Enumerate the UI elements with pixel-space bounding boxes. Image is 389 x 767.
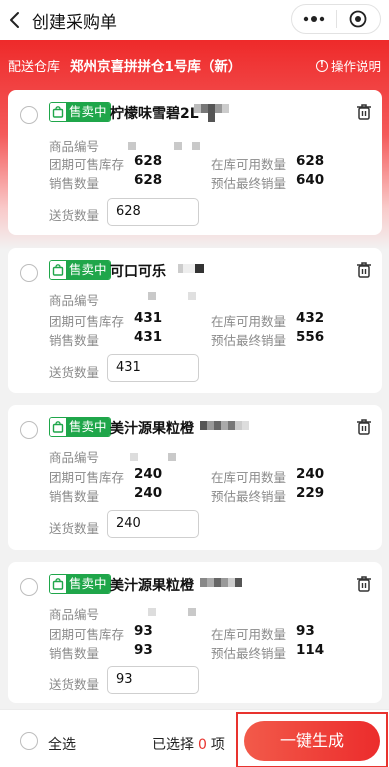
available-stock-value: 93 <box>296 623 315 639</box>
delivery-qty-label: 送货数量 <box>49 208 100 223</box>
group-stock-label: 团期可售库存 <box>49 157 125 172</box>
product-card: 售卖中 美汁源果粒橙 商品编号 团期可售库存 93 在库可用数量 93 销售数量… <box>8 562 382 703</box>
group-stock-label: 团期可售库存 <box>49 627 125 642</box>
nav-bar: 创建采购单 <box>0 0 389 40</box>
blurred-sku <box>148 292 196 300</box>
blurred-sku <box>128 142 200 150</box>
warehouse-name[interactable]: 郑州京喜拼拼仓1号库（新） <box>70 55 241 75</box>
status-badge: 售卖中 <box>49 260 111 280</box>
select-radio[interactable] <box>20 106 38 124</box>
sales-qty-label: 销售数量 <box>49 333 100 348</box>
trash-icon[interactable] <box>356 418 372 436</box>
help-link[interactable]: ! 操作说明 <box>315 56 381 75</box>
page-title: 创建采购单 <box>32 12 117 33</box>
sales-qty-value: 93 <box>134 642 153 658</box>
delivery-qty-input[interactable]: 240 <box>107 510 199 538</box>
product-name: 柠檬味雪碧2L <box>110 106 199 122</box>
blurred-sku <box>130 453 176 461</box>
available-stock-label: 在库可用数量 <box>211 314 287 329</box>
trash-icon[interactable] <box>356 575 372 593</box>
sales-qty-value: 628 <box>134 172 163 188</box>
available-stock-label: 在库可用数量 <box>211 157 287 172</box>
sales-qty-value: 431 <box>134 329 163 345</box>
shopping-bag-icon <box>50 261 66 279</box>
help-label: 操作说明 <box>330 59 381 74</box>
generate-button[interactable]: 一键生成 <box>244 721 380 761</box>
available-stock-value: 432 <box>296 310 325 326</box>
status-badge: 售卖中 <box>49 574 111 594</box>
product-card: 售卖中 可口可乐 商品编号 团期可售库存 431 在库可用数量 432 销售数量… <box>8 248 382 393</box>
delivery-qty-input[interactable]: 93 <box>107 666 199 694</box>
select-all-label[interactable]: 全选 <box>48 734 76 754</box>
shopping-bag-icon <box>50 575 66 593</box>
sku-label: 商品编号 <box>49 139 100 154</box>
sku-label: 商品编号 <box>49 607 100 622</box>
group-stock-value: 628 <box>134 153 163 169</box>
delivery-qty-label: 送货数量 <box>49 677 100 692</box>
select-all-radio[interactable] <box>20 732 38 750</box>
group-stock-value: 93 <box>134 623 153 639</box>
group-stock-label: 团期可售库存 <box>49 314 125 329</box>
info-icon: ! <box>315 59 328 72</box>
delivery-qty-input[interactable]: 431 <box>107 354 199 382</box>
sales-qty-label: 销售数量 <box>49 489 100 504</box>
select-radio[interactable] <box>20 264 38 282</box>
group-stock-value: 431 <box>134 310 163 326</box>
est-final-sales-value: 229 <box>296 485 325 501</box>
est-final-sales-label: 预估最终销量 <box>211 333 287 348</box>
available-stock-label: 在库可用数量 <box>211 470 287 485</box>
est-final-sales-value: 556 <box>296 329 325 345</box>
status-badge: 售卖中 <box>49 417 111 437</box>
available-stock-label: 在库可用数量 <box>211 627 287 642</box>
sku-label: 商品编号 <box>49 293 100 308</box>
available-stock-value: 628 <box>296 153 325 169</box>
sales-qty-value: 240 <box>134 485 163 501</box>
select-radio[interactable] <box>20 421 38 439</box>
status-badge: 售卖中 <box>49 102 111 122</box>
delivery-qty-input[interactable]: 628 <box>107 198 199 226</box>
trash-icon[interactable] <box>356 103 372 121</box>
est-final-sales-label: 预估最终销量 <box>211 646 287 661</box>
product-card: 售卖中 美汁源果粒橙 商品编号 团期可售库存 240 在库可用数量 240 销售… <box>8 405 382 550</box>
shopping-bag-icon <box>50 103 66 121</box>
blurred-text <box>178 264 204 273</box>
blurred-text <box>200 421 249 430</box>
product-name: 美汁源果粒橙 <box>110 421 194 437</box>
shopping-bag-icon <box>50 418 66 436</box>
back-arrow-icon[interactable] <box>0 0 30 40</box>
est-final-sales-value: 640 <box>296 172 325 188</box>
blurred-text <box>194 104 229 122</box>
close-target-icon[interactable] <box>337 5 381 33</box>
trash-icon[interactable] <box>356 261 372 279</box>
warehouse-label: 配送仓库 <box>8 59 61 75</box>
product-card: 售卖中 柠檬味雪碧2L 商品编号 团期可售库存 628 在库可用数量 628 销… <box>8 90 382 235</box>
selected-count: 0 <box>198 737 207 753</box>
est-final-sales-label: 预估最终销量 <box>211 176 287 191</box>
sales-qty-label: 销售数量 <box>49 646 100 661</box>
blurred-sku <box>148 608 196 616</box>
available-stock-value: 240 <box>296 466 325 482</box>
est-final-sales-value: 114 <box>296 642 325 658</box>
product-name: 可口可乐 <box>110 264 166 280</box>
bottom-action-bar: 全选 已选择 0 项 一键生成 <box>0 709 389 767</box>
est-final-sales-label: 预估最终销量 <box>211 489 287 504</box>
select-radio[interactable] <box>20 578 38 596</box>
selected-summary: 已选择 0 项 <box>152 737 225 753</box>
sales-qty-label: 销售数量 <box>49 176 100 191</box>
mini-program-capsule <box>291 4 381 34</box>
delivery-qty-label: 送货数量 <box>49 365 100 380</box>
delivery-qty-label: 送货数量 <box>49 521 100 536</box>
blurred-text <box>200 578 242 587</box>
group-stock-value: 240 <box>134 466 163 482</box>
warehouse-bar: 配送仓库 郑州京喜拼拼仓1号库（新） ! 操作说明 <box>0 52 389 78</box>
product-name: 美汁源果粒橙 <box>110 578 194 594</box>
more-dots-icon[interactable] <box>292 5 336 33</box>
sku-label: 商品编号 <box>49 450 100 465</box>
group-stock-label: 团期可售库存 <box>49 470 125 485</box>
